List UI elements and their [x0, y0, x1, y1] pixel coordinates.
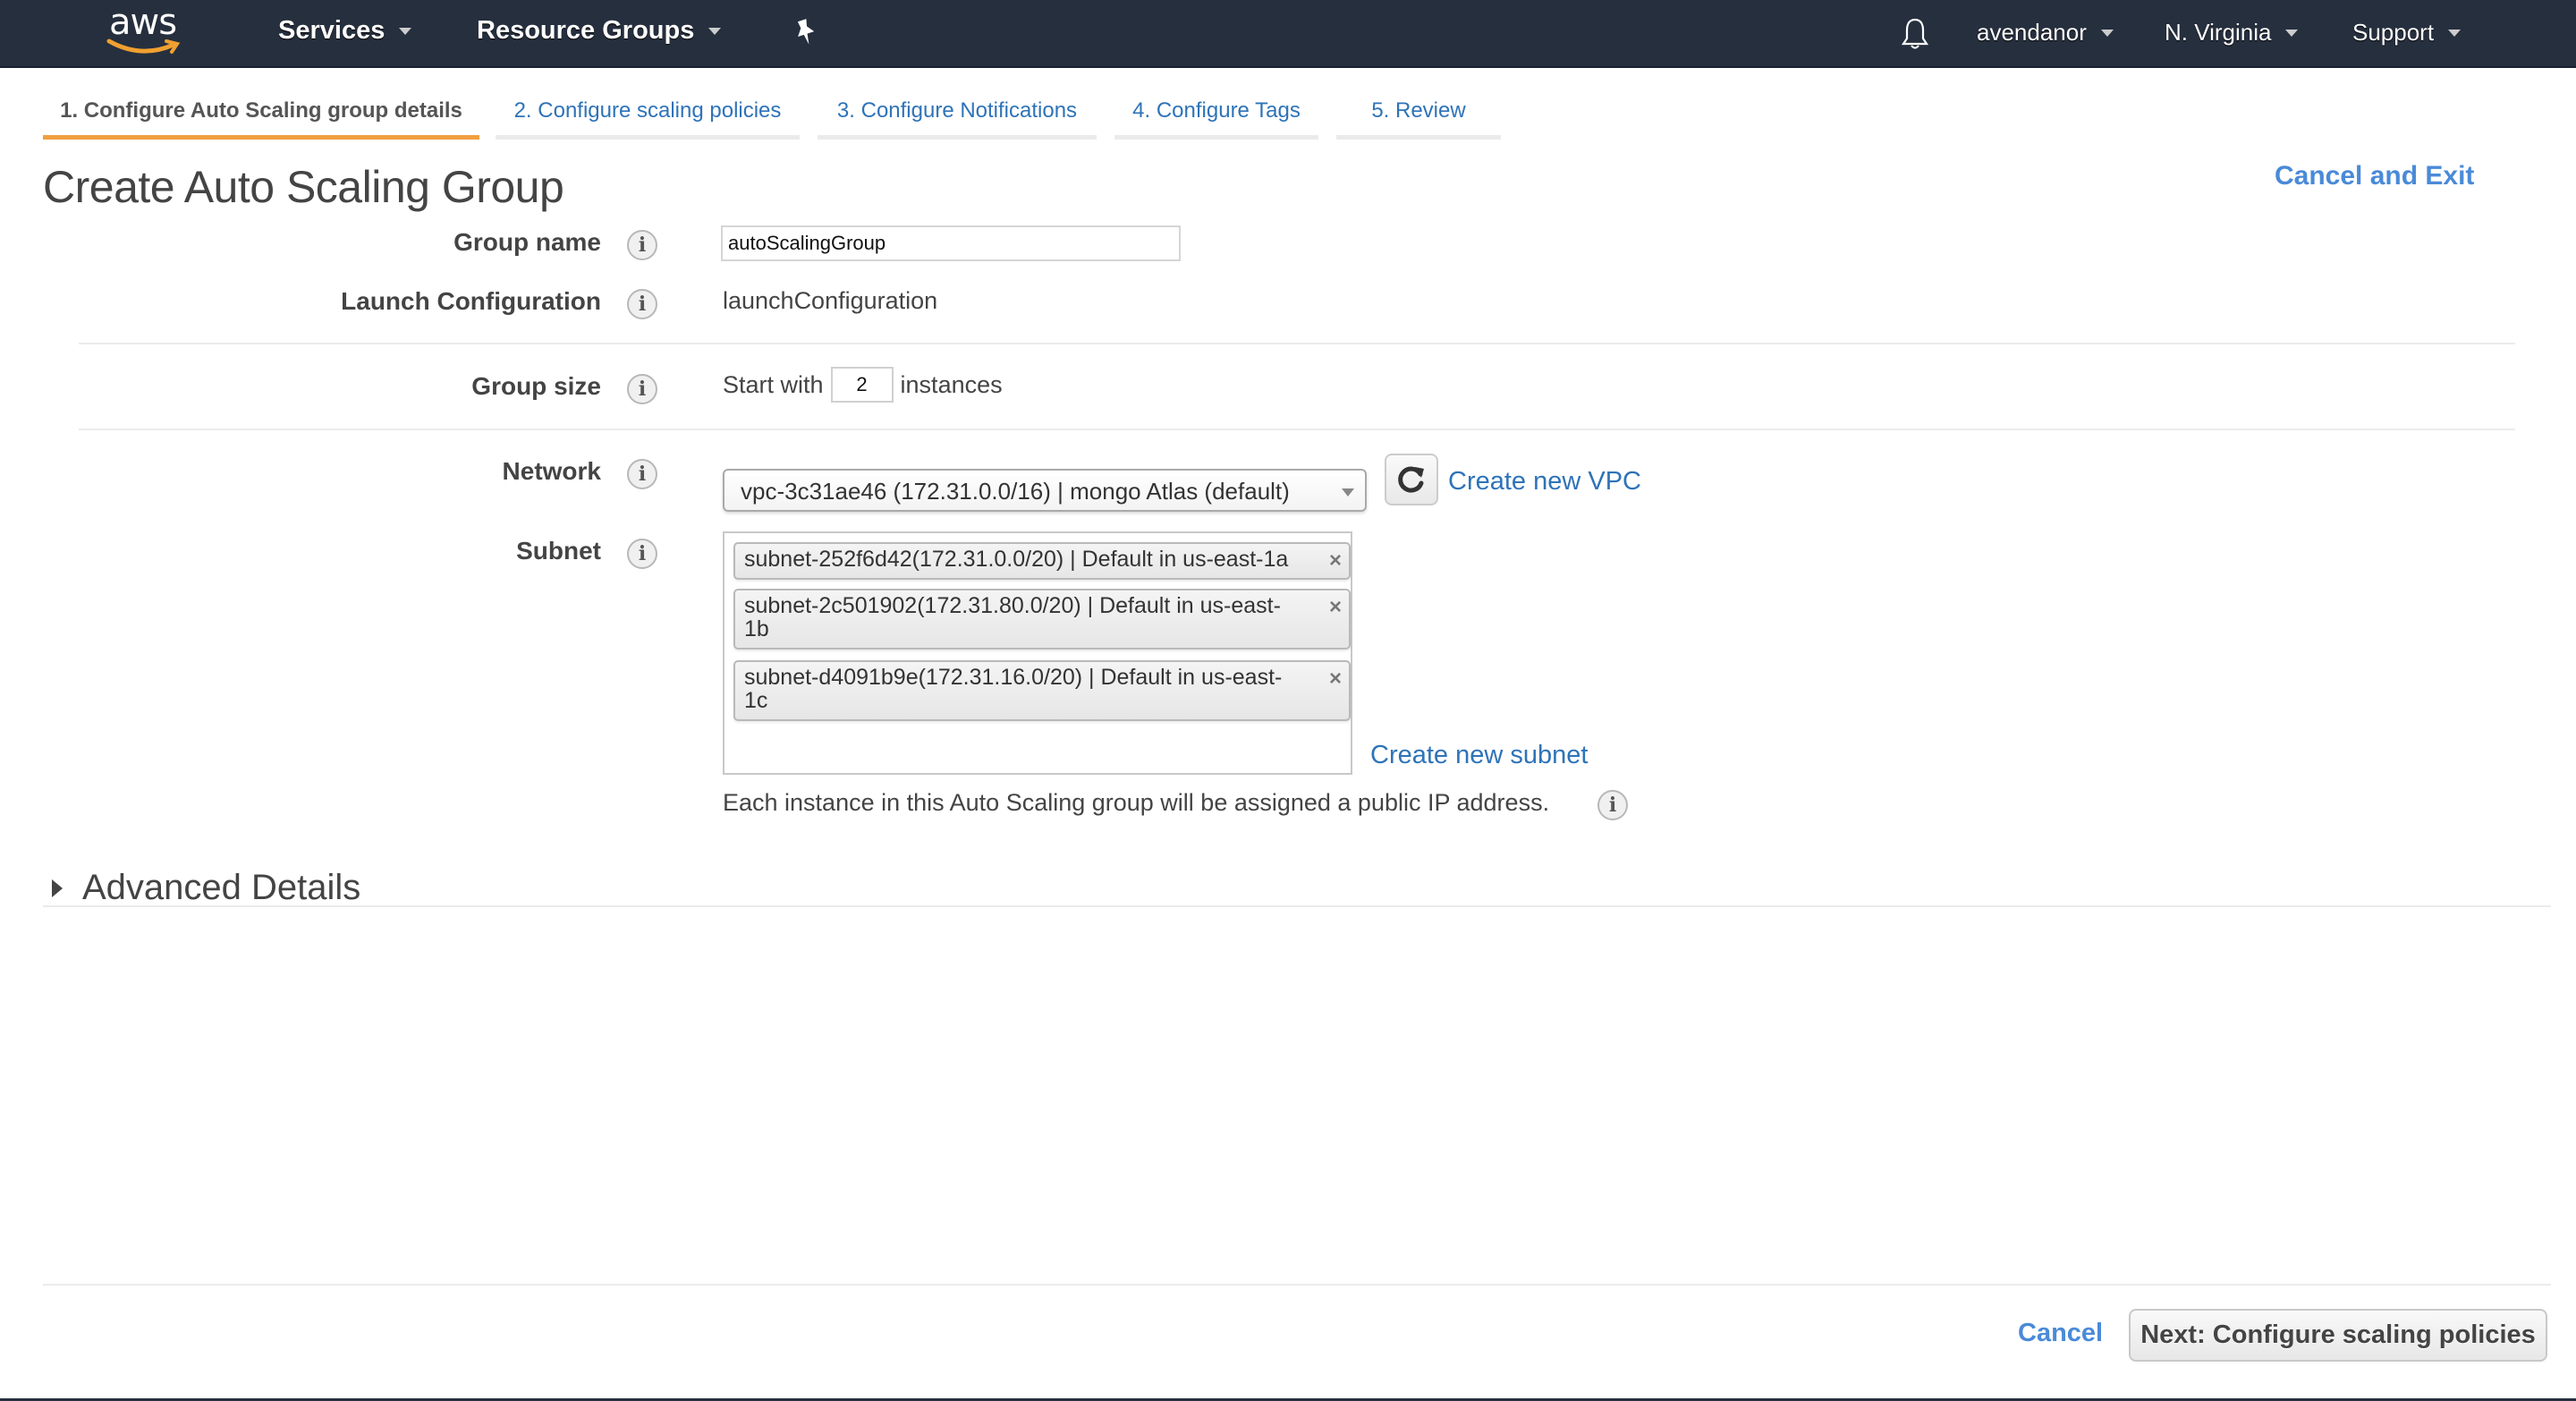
info-glyph: i	[638, 542, 647, 565]
tab-label: 5. Review	[1371, 98, 1466, 123]
remove-icon[interactable]: ×	[1329, 549, 1342, 573]
launch-configuration-label: Launch Configuration	[341, 287, 601, 315]
section-divider	[43, 905, 2551, 907]
advanced-details-label: Advanced Details	[82, 868, 361, 907]
section-divider	[79, 429, 2515, 430]
remove-icon[interactable]: ×	[1329, 596, 1342, 619]
network-select[interactable]: vpc-3c31ae46 (172.31.0.0/16) | mongo Atl…	[723, 469, 1367, 512]
resource-groups-menu[interactable]: Resource Groups	[477, 16, 722, 46]
subnet-chip-text: subnet-2c501902(172.31.80.0/20) | Defaul…	[744, 593, 1281, 641]
chevron-down-icon	[2100, 29, 2114, 37]
subnet-chip-text: subnet-d4091b9e(172.31.16.0/20) | Defaul…	[744, 665, 1283, 713]
create-new-vpc-link[interactable]: Create new VPC	[1448, 467, 1641, 497]
network-selected-value: vpc-3c31ae46 (172.31.0.0/16) | mongo Atl…	[741, 478, 1290, 505]
info-icon[interactable]: i	[627, 374, 657, 404]
tab-indicator	[496, 135, 800, 140]
account-menu[interactable]: avendanor	[1977, 19, 2114, 47]
tab-label: 1. Configure Auto Scaling group details	[60, 98, 462, 123]
top-navigation-bar: aws Services Resource Groups avendanor N…	[0, 0, 2576, 68]
subnet-chip-text: subnet-252f6d42(172.31.0.0/20) | Default…	[744, 547, 1289, 572]
instances-text: instances	[900, 370, 1003, 398]
subnet-multiselect[interactable]: subnet-252f6d42(172.31.0.0/20) | Default…	[723, 531, 1352, 775]
notifications-bell-icon[interactable]	[1900, 17, 1930, 55]
caret-right-icon	[52, 879, 63, 897]
tab-review[interactable]: 5. Review	[1336, 91, 1501, 140]
refresh-icon	[1398, 466, 1424, 493]
subnet-chip: subnet-252f6d42(172.31.0.0/20) | Default…	[733, 542, 1351, 580]
create-new-subnet-link[interactable]: Create new subnet	[1370, 741, 1588, 770]
tab-indicator	[1336, 135, 1501, 140]
info-icon[interactable]: i	[627, 289, 657, 319]
chevron-down-icon	[399, 27, 412, 35]
info-glyph: i	[638, 234, 647, 257]
tab-indicator	[818, 135, 1097, 140]
info-glyph: i	[638, 293, 647, 316]
region-label: N. Virginia	[2165, 19, 2272, 46]
advanced-details-toggle[interactable]: Advanced Details	[52, 868, 360, 908]
subnet-label: Subnet	[516, 537, 601, 565]
chevron-down-icon	[2285, 29, 2299, 37]
support-label: Support	[2352, 19, 2435, 46]
chevron-down-icon	[708, 27, 722, 35]
group-name-input[interactable]	[721, 225, 1181, 261]
aws-logo[interactable]: aws	[106, 2, 186, 59]
group-name-label: Group name	[453, 228, 601, 256]
pin-icon[interactable]	[794, 18, 818, 53]
services-label: Services	[278, 16, 386, 45]
tab-indicator	[1114, 135, 1318, 140]
cancel-button[interactable]: Cancel	[2018, 1319, 2103, 1348]
chevron-down-icon	[1342, 488, 1354, 497]
page-title: Create Auto Scaling Group	[43, 162, 564, 212]
tab-scaling-policies[interactable]: 2. Configure scaling policies	[496, 91, 800, 140]
tab-label: 2. Configure scaling policies	[513, 98, 782, 123]
aws-smile-icon	[106, 38, 181, 54]
resource-groups-label: Resource Groups	[477, 16, 695, 45]
subnet-chip: subnet-d4091b9e(172.31.16.0/20) | Defaul…	[733, 660, 1351, 721]
info-icon[interactable]: i	[627, 459, 657, 489]
info-glyph: i	[638, 378, 647, 401]
tab-configure-details[interactable]: 1. Configure Auto Scaling group details	[43, 91, 479, 140]
cancel-and-exit-link[interactable]: Cancel and Exit	[2275, 161, 2474, 191]
footer-divider	[43, 1284, 2551, 1286]
instance-count-input[interactable]	[830, 367, 894, 403]
tab-label: 4. Configure Tags	[1132, 98, 1301, 123]
tab-indicator	[43, 135, 479, 140]
info-glyph: i	[1608, 794, 1617, 817]
info-icon[interactable]: i	[627, 230, 657, 260]
subnet-chip: subnet-2c501902(172.31.80.0/20) | Defaul…	[733, 589, 1351, 650]
info-icon[interactable]: i	[1597, 790, 1628, 820]
services-menu[interactable]: Services	[278, 16, 412, 46]
launch-configuration-value: launchConfiguration	[723, 287, 938, 314]
refresh-button[interactable]	[1385, 454, 1438, 505]
public-ip-note: Each instance in this Auto Scaling group…	[723, 789, 1549, 817]
remove-icon[interactable]: ×	[1329, 667, 1342, 691]
account-username: avendanor	[1977, 19, 2087, 46]
info-icon[interactable]: i	[627, 539, 657, 569]
chevron-down-icon	[2448, 29, 2462, 37]
tab-label: 3. Configure Notifications	[836, 98, 1078, 123]
tab-tags[interactable]: 4. Configure Tags	[1114, 91, 1318, 140]
tab-notifications[interactable]: 3. Configure Notifications	[818, 91, 1097, 140]
support-menu[interactable]: Support	[2352, 19, 2462, 47]
info-glyph: i	[638, 463, 647, 486]
start-with-text: Start with	[723, 370, 824, 398]
network-label: Network	[502, 457, 601, 485]
public-ip-text: Each instance in this Auto Scaling group…	[723, 789, 1550, 816]
section-divider	[79, 343, 2515, 344]
group-size-label: Group size	[471, 372, 601, 400]
region-menu[interactable]: N. Virginia	[2165, 19, 2299, 47]
group-size-row: Start with instances	[723, 367, 1003, 403]
next-configure-scaling-policies-button[interactable]: Next: Configure scaling policies	[2129, 1309, 2547, 1362]
